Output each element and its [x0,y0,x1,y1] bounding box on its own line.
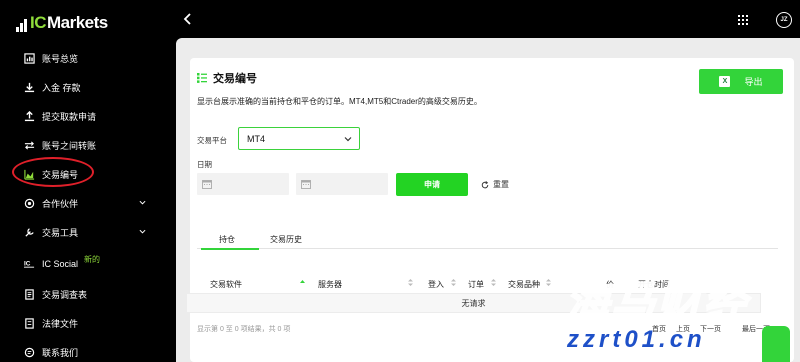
sidebar-item-trading-survey[interactable]: 交易调查表 [0,280,168,309]
apps-grid-icon[interactable] [738,15,748,25]
sort-icon[interactable] [491,278,496,287]
table-info: 显示第 0 至 0 项结果，共 0 项 [197,326,291,333]
sidebar-nav: 账号总览 入金 存款 提交取款申请 账号之间转账 交易编号 合作伙伴 交易工具 [0,44,168,362]
legal-icon [24,318,35,329]
pager-first[interactable]: 首页 [652,324,666,334]
tabs: 持仓 交易历史 [197,231,778,250]
table-header: 交易软件 服务器 登入 订单 交易品种 价 开仓时间 [186,274,746,290]
sidebar-item-label: 联系我们 [42,348,79,358]
column-header[interactable]: 开仓时间 [638,279,670,290]
sort-icon[interactable] [451,278,456,287]
chat-button[interactable] [762,326,790,362]
platform-label: 交易平台 [197,136,227,145]
sidebar-item-trading-tools[interactable]: 交易工具 [0,218,168,247]
sidebar-item-label: IC Social [42,258,79,269]
sidebar-item-label: 合作伙伴 [42,199,79,209]
page-title: 交易编号 [197,70,257,86]
calendar-icon [301,180,311,189]
logo-bar-icon [24,19,27,32]
logo-bar-icon [20,23,23,32]
sidebar: IC Markets 账号总览 入金 存款 提交取款申请 账号之间转账 交易编号 … [0,0,168,362]
ic-social-icon: IC [24,258,35,269]
page-description: 显示台展示准确的当前持仓和平仓的订单。MT4,MT5和Ctrader的高级交易历… [197,97,482,106]
withdraw-icon [24,111,35,122]
sidebar-item-label: 账号之间转账 [42,141,97,151]
sidebar-item-label: 账号总览 [42,54,79,64]
main-content: 交易编号 X 导出 显示台展示准确的当前持仓和平仓的订单。MT4,MT5和Ctr… [176,38,800,362]
start-date-input[interactable] [197,173,289,195]
column-header[interactable]: 订单 [468,279,484,290]
chevron-down-icon[interactable] [139,228,146,235]
chevron-left-icon[interactable] [182,12,194,26]
chevron-down-icon [344,137,352,142]
logo-bar-icon [16,27,19,32]
list-icon [197,73,207,83]
refresh-icon [481,180,489,188]
export-label: 导出 [744,77,763,87]
sidebar-item-transfer[interactable]: 账号之间转账 [0,131,168,160]
survey-icon [24,289,35,300]
sidebar-item-contact-us[interactable]: 联系我们 [0,338,168,362]
chevron-down-icon[interactable] [139,199,146,206]
column-header[interactable]: 价 [606,279,614,290]
reset-button[interactable]: 重置 [481,179,509,190]
pager-prev[interactable]: 上页 [676,324,690,334]
tab-open-positions[interactable]: 持仓 [201,234,259,250]
dashboard-icon [24,53,35,64]
sort-asc-icon[interactable] [300,278,305,287]
sidebar-item-label: 提交取款申请 [42,112,97,122]
reset-label: 重置 [493,180,509,189]
sidebar-item-withdraw[interactable]: 提交取款申请 [0,102,168,131]
svg-text:IC: IC [24,260,31,267]
column-header[interactable]: 登入 [428,279,444,290]
sort-icon[interactable] [408,278,413,287]
partner-icon [24,198,35,209]
deposit-icon [24,82,35,93]
sidebar-item-label: 交易工具 [42,228,79,238]
platform-value: MT4 [247,133,265,144]
column-header[interactable]: 服务器 [318,279,342,290]
column-header[interactable]: 交易品种 [508,279,540,290]
export-button[interactable]: X 导出 [699,69,783,94]
sidebar-item-legal-documents[interactable]: 法律文件 [0,309,168,338]
calendar-icon [202,180,212,189]
date-label: 日期 [197,160,212,169]
contact-icon [24,347,35,358]
sidebar-item-deposit[interactable]: 入金 存款 [0,73,168,102]
end-date-input[interactable] [296,173,388,195]
transfer-icon [24,140,35,151]
top-bar: JZ [168,0,800,38]
sidebar-item-label: 入金 存款 [42,83,81,93]
user-avatar[interactable]: JZ [776,12,792,28]
sort-icon[interactable] [546,278,551,287]
empty-table-row: 无请求 [186,293,761,313]
column-header[interactable]: 交易软件 [210,279,242,290]
ic-markets-logo[interactable]: IC Markets [16,12,108,32]
sidebar-item-ic-social[interactable]: IC IC Social 新的 [0,247,168,280]
sidebar-item-label: 法律文件 [42,319,79,329]
trade-history-card: 交易编号 X 导出 显示台展示准确的当前持仓和平仓的订单。MT4,MT5和Ctr… [190,58,794,362]
tab-trade-history[interactable]: 交易历史 [270,234,302,245]
platform-select[interactable]: MT4 [238,127,360,150]
logo-markets-text: Markets [47,13,108,32]
page-title-text: 交易编号 [213,73,257,85]
logo-ic-text: IC [30,13,47,32]
sidebar-item-account-overview[interactable]: 账号总览 [0,44,168,73]
new-badge: 新的 [84,255,101,264]
tools-icon [24,227,35,238]
excel-icon: X [719,76,731,87]
highlight-annotation-circle [12,157,94,187]
apply-button[interactable]: 申请 [396,173,468,196]
sidebar-item-partners[interactable]: 合作伙伴 [0,189,168,218]
pager-next[interactable]: 下一页 [700,324,721,334]
sidebar-item-label: 交易调查表 [42,290,88,300]
